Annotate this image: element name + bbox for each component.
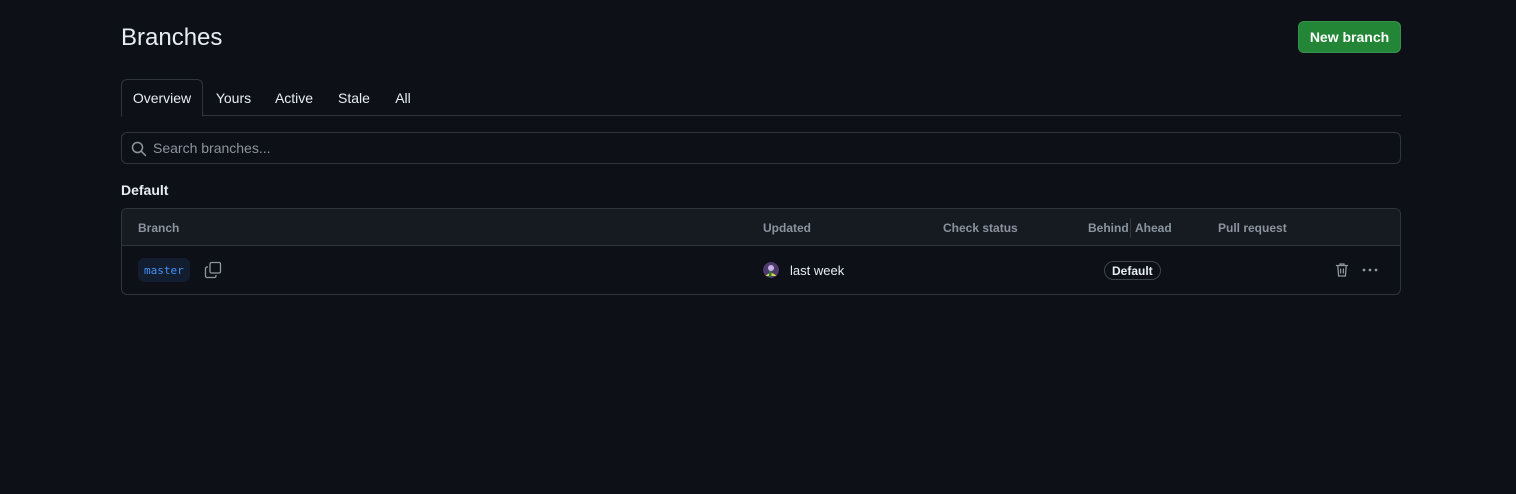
search-input[interactable] — [153, 133, 1393, 163]
search-icon — [131, 141, 147, 157]
tab-overview[interactable]: Overview — [121, 79, 203, 117]
branch-tabs: Overview Yours Active Stale All — [121, 79, 1401, 117]
trash-icon[interactable] — [1334, 262, 1350, 278]
column-header-behind: Behind — [1088, 221, 1129, 235]
tab-all[interactable]: All — [389, 79, 417, 116]
default-badge: Default — [1104, 261, 1161, 280]
column-header-check-status: Check status — [943, 221, 1018, 235]
updated-time: last week — [790, 263, 845, 278]
column-header-pull-request: Pull request — [1218, 221, 1287, 235]
column-header-updated: Updated — [763, 221, 811, 235]
column-divider — [1130, 218, 1131, 238]
page-title: Branches — [121, 24, 223, 51]
new-branch-button[interactable]: New branch — [1298, 21, 1401, 53]
section-heading-default: Default — [121, 182, 169, 198]
table-header: Branch Updated Check status Behind Ahead… — [122, 209, 1400, 246]
branches-page: Branches New branch Overview Yours Activ… — [0, 0, 1516, 494]
branches-table: Branch Updated Check status Behind Ahead… — [121, 208, 1401, 295]
column-header-branch: Branch — [138, 221, 180, 235]
tab-yours[interactable]: Yours — [210, 79, 257, 116]
kebab-horizontal-icon[interactable] — [1361, 262, 1379, 278]
tab-stale[interactable]: Stale — [333, 79, 375, 116]
branch-name-link[interactable]: master — [138, 258, 190, 282]
column-header-ahead: Ahead — [1135, 221, 1172, 235]
search-box — [121, 132, 1401, 164]
user-avatar[interactable] — [763, 262, 779, 278]
tab-active[interactable]: Active — [270, 79, 318, 116]
table-row: master last week Default — [122, 246, 1400, 294]
copy-icon[interactable] — [204, 261, 222, 279]
